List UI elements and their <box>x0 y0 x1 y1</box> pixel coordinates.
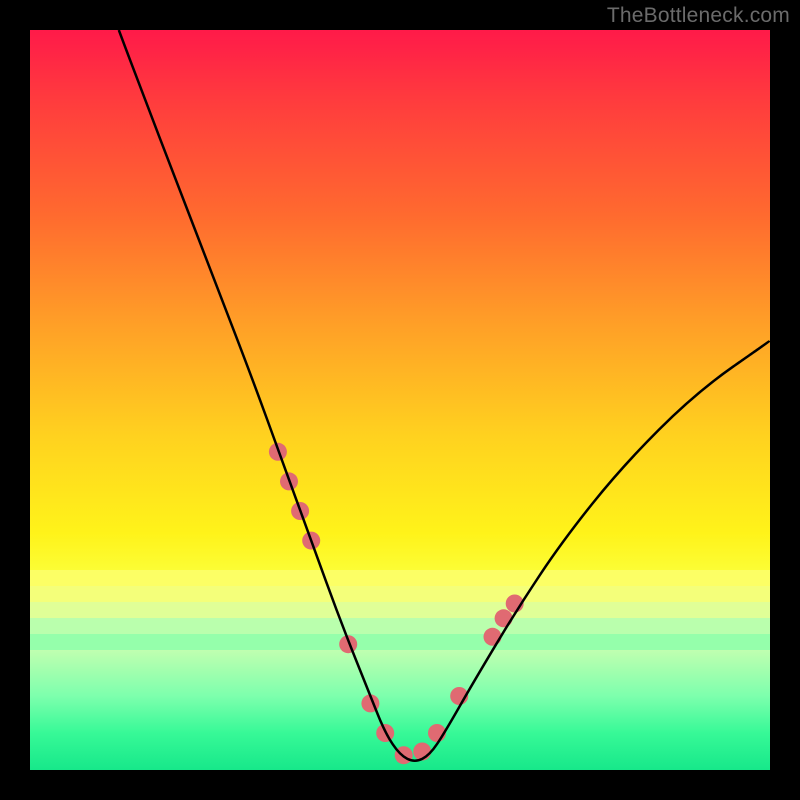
highlight-markers <box>269 443 524 764</box>
bottleneck-curve <box>119 30 770 761</box>
chart-frame: TheBottleneck.com <box>0 0 800 800</box>
watermark-text: TheBottleneck.com <box>607 4 790 28</box>
chart-svg <box>30 30 770 770</box>
marker-dot <box>484 628 502 646</box>
plot-area <box>30 30 770 770</box>
marker-dot <box>495 609 513 627</box>
